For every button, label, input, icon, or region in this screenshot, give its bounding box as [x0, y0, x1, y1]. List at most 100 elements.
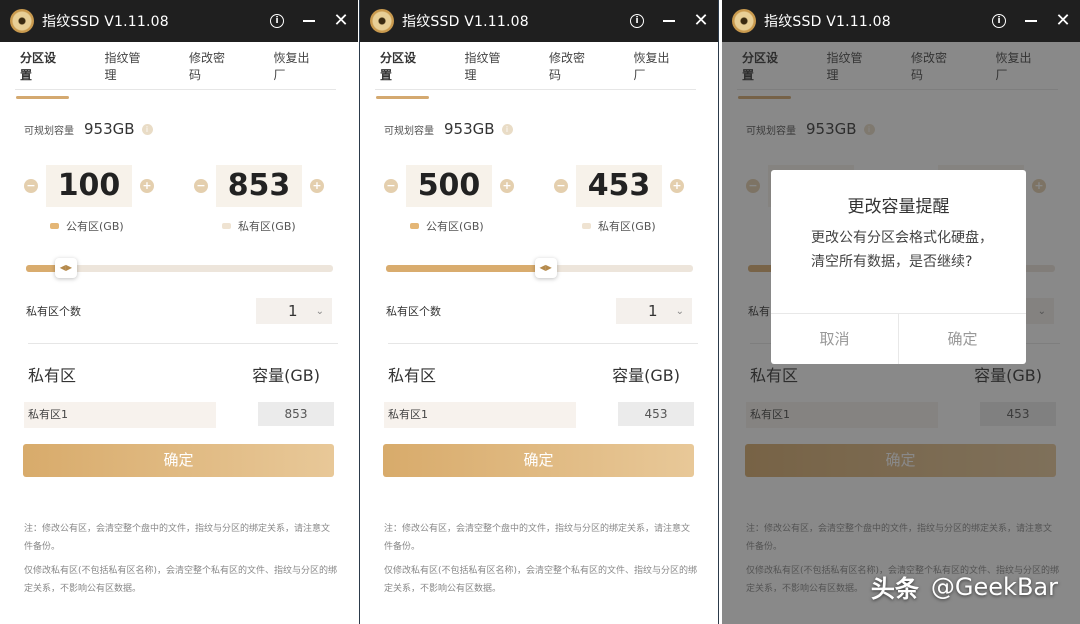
partition-table-header: 私有区 容量(GB): [388, 362, 680, 386]
private-capacity-field: 853: [258, 402, 334, 426]
tab-partition-settings[interactable]: 分区设置: [376, 41, 428, 99]
private-partition-stepper: − 453 +: [554, 165, 684, 207]
info-icon: i: [270, 14, 284, 28]
partition-slider[interactable]: ◀▶: [386, 258, 693, 278]
close-icon: ✕: [693, 10, 709, 31]
dialog-cancel-button[interactable]: 取消: [771, 314, 899, 364]
app-window-2: 指纹SSD V1.11.08 i ✕ 分区设置 指纹管理 修改密码 恢复出厂 可…: [359, 0, 719, 624]
private-legend-swatch: [582, 223, 591, 229]
public-decrease-button[interactable]: −: [24, 179, 38, 193]
close-icon: ✕: [1055, 10, 1071, 31]
private-name-input[interactable]: 私有区1: [24, 402, 216, 428]
private-count-value: 1: [288, 302, 298, 320]
tab-divider: [15, 89, 336, 90]
tab-fingerprint-management[interactable]: 指纹管理: [465, 41, 510, 91]
minimize-icon: [303, 20, 315, 22]
watermark-logo: 头条: [870, 575, 919, 603]
capacity-info-icon[interactable]: i: [501, 123, 513, 135]
public-increase-button[interactable]: +: [140, 179, 154, 193]
capacity-change-dialog: 更改容量提醒 更改公有分区会格式化硬盘，清空所有数据，是否继续? 取消 确定: [771, 170, 1026, 364]
watermark: 头条 @GeekBar: [871, 569, 1058, 604]
private-count-select[interactable]: 1 ⌄: [256, 298, 332, 324]
confirm-button[interactable]: 确定: [23, 444, 334, 477]
public-legend-swatch: [410, 223, 419, 229]
close-button[interactable]: ✕: [692, 12, 710, 30]
public-partition-value[interactable]: 500: [406, 165, 492, 207]
private-count-select[interactable]: 1 ⌄: [616, 298, 692, 324]
dialog-title: 更改容量提醒: [847, 197, 950, 217]
private-increase-button[interactable]: +: [670, 179, 684, 193]
plannable-capacity: 可规划容量 953GB i: [24, 120, 153, 138]
window-controls: i ✕: [628, 0, 710, 42]
app-title: 指纹SSD V1.11.08: [42, 14, 169, 30]
note-public: 注：修改公有区，会清空整个盘中的文件，指纹与分区的绑定关系，请注意文件备份。: [24, 524, 331, 552]
plannable-capacity-label: 可规划容量: [384, 125, 434, 137]
note-private: 仅修改私有区(不包括私有区名称)，会清空整个私有区的文件、指纹与分区的绑定关系，…: [384, 566, 698, 594]
slider-fill: [386, 265, 546, 272]
close-button[interactable]: ✕: [332, 12, 350, 30]
private-decrease-button[interactable]: −: [554, 179, 568, 193]
dialog-message: 更改公有分区会格式化硬盘，清空所有数据，是否继续?: [811, 230, 993, 270]
private-column-header: 私有区: [28, 366, 77, 385]
private-decrease-button[interactable]: −: [194, 179, 208, 193]
private-partition-stepper: − 853 +: [194, 165, 324, 207]
info-button[interactable]: i: [628, 12, 646, 30]
tab-partition-settings[interactable]: 分区设置: [16, 41, 68, 99]
confirm-button[interactable]: 确定: [383, 444, 694, 477]
public-partition-value[interactable]: 100: [46, 165, 132, 207]
note-public: 注：修改公有区，会清空整个盘中的文件，指纹与分区的绑定关系，请注意文件备份。: [384, 524, 691, 552]
partition-table-header: 私有区 容量(GB): [28, 362, 320, 386]
tab-bar: 分区设置 指纹管理 修改密码 恢复出厂: [360, 41, 718, 99]
private-column-header: 私有区: [388, 366, 437, 385]
minimize-button[interactable]: [300, 12, 318, 30]
partition-slider[interactable]: ◀▶: [26, 258, 333, 278]
private-legend-swatch: [222, 223, 231, 229]
public-partition-stepper: − 500 +: [384, 165, 514, 207]
private-legend-label: 私有区(GB): [598, 220, 656, 233]
tab-divider: [375, 89, 696, 90]
info-button[interactable]: i: [268, 12, 286, 30]
minimize-button[interactable]: [660, 12, 678, 30]
minimize-icon: [663, 20, 675, 22]
slider-handle[interactable]: ◀▶: [54, 258, 77, 278]
tab-fingerprint-management[interactable]: 指纹管理: [105, 41, 150, 91]
capacity-column-header: 容量(GB): [252, 366, 320, 385]
tab-change-password[interactable]: 修改密码: [549, 41, 594, 91]
public-increase-button[interactable]: +: [500, 179, 514, 193]
capacity-info-icon[interactable]: i: [141, 123, 153, 135]
private-partition-value[interactable]: 453: [576, 165, 662, 207]
slider-handle[interactable]: ◀▶: [534, 258, 557, 278]
close-button[interactable]: ✕: [1054, 12, 1072, 30]
close-icon: ✕: [333, 10, 349, 31]
app-logo-icon: [370, 9, 394, 33]
minimize-button[interactable]: [1022, 12, 1040, 30]
app-window-1: 指纹SSD V1.11.08 i ✕ 分区设置 指纹管理 修改密码 恢复出厂 可…: [0, 0, 358, 624]
private-increase-button[interactable]: +: [310, 179, 324, 193]
title-bar: 指纹SSD V1.11.08 i ✕: [360, 0, 718, 42]
public-partition-legend: 公有区(GB): [50, 218, 124, 234]
public-legend-label: 公有区(GB): [66, 220, 124, 233]
private-name-input[interactable]: 私有区1: [384, 402, 576, 428]
private-partition-value[interactable]: 853: [216, 165, 302, 207]
private-legend-label: 私有区(GB): [238, 220, 296, 233]
app-window-3: 指纹SSD V1.11.08 i ✕ 分区设置 指纹管理 修改密码 恢复出厂 可…: [722, 0, 1080, 624]
public-decrease-button[interactable]: −: [384, 179, 398, 193]
public-legend-swatch: [50, 223, 59, 229]
section-divider: [388, 343, 698, 344]
dialog-actions: 取消 确定: [771, 313, 1026, 364]
plannable-capacity-value: 953GB: [84, 120, 135, 138]
info-icon: i: [630, 14, 644, 28]
app-logo-icon: [10, 9, 34, 33]
info-icon: i: [992, 14, 1006, 28]
tab-factory-reset[interactable]: 恢复出厂: [634, 41, 679, 91]
info-button[interactable]: i: [990, 12, 1008, 30]
section-divider: [28, 343, 338, 344]
watermark-handle: @GeekBar: [930, 572, 1058, 601]
window-controls: i ✕: [990, 0, 1072, 42]
app-title: 指纹SSD V1.11.08: [764, 14, 891, 30]
tab-change-password[interactable]: 修改密码: [189, 41, 234, 91]
dialog-ok-button[interactable]: 确定: [899, 314, 1026, 364]
app-logo-icon: [732, 9, 756, 33]
title-bar: 指纹SSD V1.11.08 i ✕: [722, 0, 1080, 42]
tab-factory-reset[interactable]: 恢复出厂: [274, 41, 319, 91]
